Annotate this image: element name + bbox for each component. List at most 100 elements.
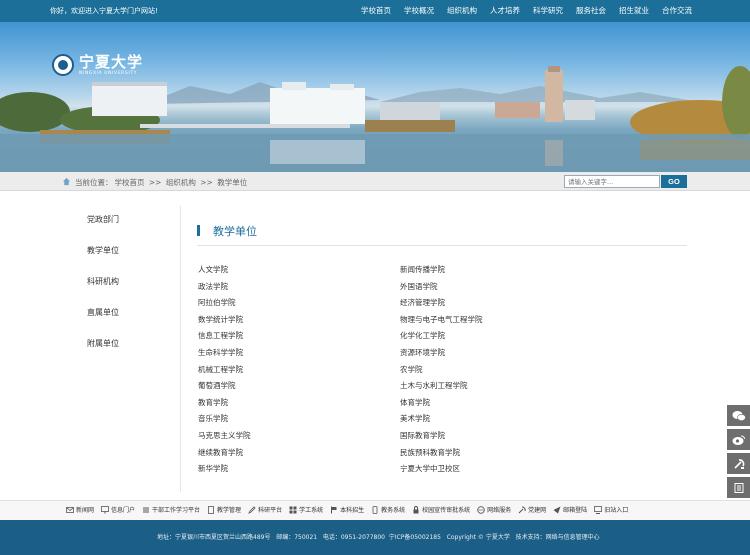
nav-education[interactable]: 人才培养 <box>490 0 520 22</box>
document-icon <box>208 505 214 514</box>
seal-icon <box>52 54 74 76</box>
unit-link[interactable]: 政法学院 <box>198 281 398 298</box>
edit-icon <box>248 505 256 514</box>
party-icon[interactable] <box>727 453 750 474</box>
sidebar-menu: 党政部门 教学单位 科研机构 直属单位 附属单位 <box>87 214 177 369</box>
link-cadre-platform[interactable]: 干部工作学习平台 <box>142 505 200 514</box>
unit-link[interactable]: 资源环境学院 <box>400 347 600 364</box>
unit-link[interactable]: 信息工程学院 <box>198 330 398 347</box>
section-title: 教学单位 <box>213 225 257 238</box>
footer-support: 技术支持：网络与信息管理中心 <box>515 534 600 541</box>
unit-link[interactable]: 新华学院 <box>198 463 398 480</box>
unit-link[interactable]: 马克思主义学院 <box>198 430 398 447</box>
phone-icon <box>372 505 378 514</box>
unit-link[interactable]: 化学化工学院 <box>400 330 600 347</box>
logo-name-en: NINGXIA UNIVERSITY <box>79 71 137 76</box>
unit-link[interactable]: 教育学院 <box>198 397 398 414</box>
wechat-icon[interactable] <box>727 405 750 426</box>
nav-home[interactable]: 学校首页 <box>361 0 391 22</box>
nav-research[interactable]: 科学研究 <box>533 0 563 22</box>
nav-admission[interactable]: 招生就业 <box>619 0 649 22</box>
unit-link[interactable]: 生命科学学院 <box>198 347 398 364</box>
link-publicity-approval[interactable]: 校园宣传审批系统 <box>412 505 470 514</box>
link-teaching-mgmt[interactable]: 教学管理 <box>207 505 241 514</box>
link-academic-system[interactable]: 教务系统 <box>371 505 405 514</box>
link-news[interactable]: 新闻网 <box>66 505 94 514</box>
unit-link[interactable]: 体育学院 <box>400 397 600 414</box>
link-portal[interactable]: 信息门户 <box>101 505 135 514</box>
unit-link[interactable]: 土木与水利工程学院 <box>400 380 600 397</box>
unit-link[interactable]: 美术学院 <box>400 413 600 430</box>
unit-link[interactable]: 宁夏大学中卫校区 <box>400 463 600 480</box>
sidebar-item-affiliated-units[interactable]: 附属单位 <box>87 338 177 369</box>
book-icon[interactable] <box>727 477 750 498</box>
unit-link[interactable]: 人文学院 <box>198 264 398 281</box>
grid-icon <box>289 506 297 513</box>
link-admission[interactable]: 本科招生 <box>330 505 364 514</box>
link-party-building[interactable]: 党建网 <box>518 505 546 514</box>
unit-link[interactable]: 数学统计学院 <box>198 314 398 331</box>
campus-scenery <box>0 66 750 172</box>
university-logo[interactable]: 宁夏大学 NINGXIA UNIVERSITY <box>52 54 143 76</box>
link-network-service[interactable]: 网络服务 <box>477 505 511 514</box>
footer-phone: 电话：0951-2077800 <box>322 534 385 541</box>
footer-postcode: 邮编：750021 <box>276 534 318 541</box>
nav-service[interactable]: 服务社会 <box>576 0 606 22</box>
sidebar-item-direct-units[interactable]: 直属单位 <box>87 307 177 338</box>
nav-cooperation[interactable]: 合作交流 <box>662 0 692 22</box>
sidebar-divider <box>180 206 181 492</box>
lock-icon <box>413 505 419 513</box>
units-column-right: 新闻传播学院 外国语学院 经济管理学院 物理与电子电气工程学院 化学化工学院 资… <box>400 264 600 480</box>
breadcrumb-home[interactable]: 学校首页 <box>115 178 145 187</box>
breadcrumb-sep: >> <box>148 178 162 187</box>
footer-icp[interactable]: 宁ICP备05002185 <box>389 534 441 541</box>
footer-address: 地址：宁夏银川市西夏区贺兰山西路489号 <box>157 534 271 541</box>
flag-icon <box>331 506 337 513</box>
link-research-platform[interactable]: 科研平台 <box>248 505 282 514</box>
search-button[interactable]: GO <box>661 175 687 188</box>
search-input[interactable] <box>564 175 660 188</box>
footer-copyright: Copyright © 宁夏大学 <box>446 534 510 541</box>
unit-link[interactable]: 国际教育学院 <box>400 430 600 447</box>
unit-link[interactable]: 机械工程学院 <box>198 364 398 381</box>
link-old-site[interactable]: 旧站入口 <box>594 505 628 514</box>
globe-icon <box>477 505 485 514</box>
welcome-text: 你好，欢迎进入宁夏大学门户网站! <box>50 7 158 15</box>
unit-link[interactable]: 阿拉伯学院 <box>198 297 398 314</box>
breadcrumb-current: 教学单位 <box>217 178 248 187</box>
sidebar-item-party-admin[interactable]: 党政部门 <box>87 214 177 245</box>
sidebar-item-research-institutes[interactable]: 科研机构 <box>87 276 177 307</box>
monitor-icon <box>594 505 603 514</box>
unit-link[interactable]: 物理与电子电气工程学院 <box>400 314 600 331</box>
link-student-affairs[interactable]: 学工系统 <box>289 505 323 514</box>
footer: 地址：宁夏银川市西夏区贺兰山西路489号 邮编：750021 电话：0951-2… <box>0 520 750 555</box>
unit-link[interactable]: 农学院 <box>400 364 600 381</box>
list-icon <box>143 507 150 512</box>
weibo-icon[interactable] <box>727 429 750 450</box>
unit-link[interactable]: 经济管理学院 <box>400 297 600 314</box>
section-header: 教学单位 <box>197 222 687 246</box>
nav-organization[interactable]: 组织机构 <box>447 0 477 22</box>
unit-link[interactable]: 继续教育学院 <box>198 447 398 464</box>
monitor-icon <box>101 505 109 513</box>
breadcrumb-organization[interactable]: 组织机构 <box>166 178 196 187</box>
footer-info: 地址：宁夏银川市西夏区贺兰山西路489号 邮编：750021 电话：0951-2… <box>157 532 600 541</box>
unit-link[interactable]: 葡萄酒学院 <box>198 380 398 397</box>
top-bar: 你好，欢迎进入宁夏大学门户网站! 学校首页 学校概况 组织机构 人才培养 科学研… <box>0 0 750 22</box>
unit-link[interactable]: 民族预科教育学院 <box>400 447 600 464</box>
mail-icon <box>66 506 74 513</box>
units-column-left: 人文学院 政法学院 阿拉伯学院 数学统计学院 信息工程学院 生命科学学院 机械工… <box>198 264 398 480</box>
unit-link[interactable]: 外国语学院 <box>400 281 600 298</box>
link-email-login[interactable]: 邮箱登陆 <box>553 505 587 514</box>
unit-link[interactable]: 新闻传播学院 <box>400 264 600 281</box>
sidebar-item-teaching-units[interactable]: 教学单位 <box>87 245 177 276</box>
home-icon <box>62 177 71 186</box>
campus-banner: 宁夏大学 NINGXIA UNIVERSITY <box>0 22 750 172</box>
title-accent-bar <box>197 225 200 236</box>
logo-name-cn: 宁夏大学 <box>79 53 144 71</box>
nav-overview[interactable]: 学校概况 <box>404 0 434 22</box>
main-nav: 学校首页 学校概况 组织机构 人才培养 科学研究 服务社会 招生就业 合作交流 <box>348 0 692 22</box>
breadcrumb: 当前位置： 学校首页 >> 组织机构 >> 教学单位 <box>75 177 249 188</box>
unit-link[interactable]: 音乐学院 <box>198 413 398 430</box>
send-icon <box>553 506 561 513</box>
